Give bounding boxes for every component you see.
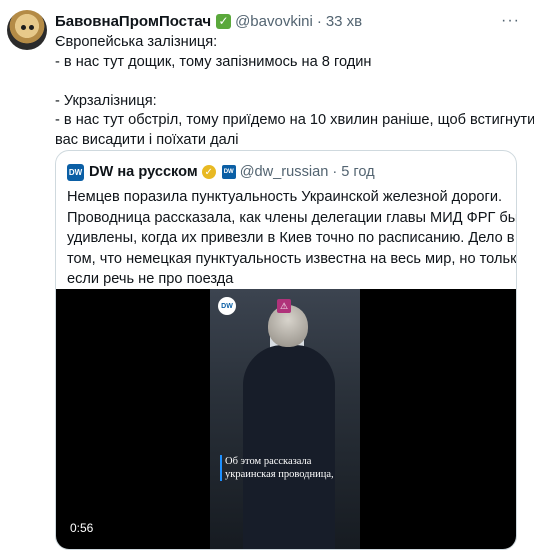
tweet-text-line: вас висадити і поїхати далі <box>55 131 239 148</box>
dw-logo: DW <box>218 297 236 315</box>
tweet-header: БавовнаПромПостач ✓ @bavovkini · 33 хв <box>55 11 362 31</box>
author-handle[interactable]: @bavovkini <box>235 13 313 30</box>
tweet-text-line: - в нас тут обстріл, тому приїдемо на 10… <box>55 112 534 128</box>
tweet-text-line: - в нас тут дощик, тому запізнимось на 8… <box>55 53 372 70</box>
video-caption: Об этом рассказала украинская проводница… <box>220 455 334 481</box>
quoted-tweet-time[interactable]: 5 год <box>341 164 374 180</box>
tweet-text: Європейська залізниця: - в нас тут дощик… <box>55 33 534 150</box>
warning-icon: ⚠ <box>277 299 291 313</box>
quoted-text-line: том, что немецкая пунктуальность известн… <box>67 250 517 267</box>
gold-verified-icon: ✓ <box>201 165 216 179</box>
quoted-tweet-text: Немцев поразила пунктуальность Украинско… <box>67 187 517 290</box>
video-player[interactable]: DW ⚠ Об этом рассказала украинская прово… <box>56 289 516 549</box>
tweet-text-line: - Укрзалізниця: <box>55 92 157 109</box>
quoted-text-line: если речь не про поезда <box>67 271 234 287</box>
separator-dot: · <box>316 12 322 30</box>
author-avatar[interactable] <box>7 10 47 50</box>
caption-line: украинская проводница, <box>225 469 334 480</box>
tweet-text-line: Європейська залізниця: <box>55 34 218 50</box>
quoted-text-line: Проводница рассказала, как члены делегац… <box>67 209 517 226</box>
quoted-tweet[interactable]: DW DW на русском ✓ DW @dw_russian · 5 го… <box>55 150 517 550</box>
quoted-text-line: удивлены, когда их привезли в Киев точно… <box>67 230 515 246</box>
quoted-author-handle[interactable]: @dw_russian <box>240 164 329 180</box>
quoted-tweet-header: DW DW на русском ✓ DW @dw_russian · 5 го… <box>67 163 375 181</box>
video-duration: 0:56 <box>70 521 94 535</box>
quoted-author-avatar[interactable]: DW <box>67 163 84 181</box>
more-options-icon[interactable]: ··· <box>501 12 520 30</box>
conductor-figure <box>243 345 335 549</box>
green-check-icon: ✓ <box>216 13 232 29</box>
affiliate-badge: DW <box>221 165 236 179</box>
author-name[interactable]: БавовнаПромПостач <box>55 13 211 30</box>
tweet[interactable]: БавовнаПромПостач ✓ @bavovkini · 33 хв ·… <box>0 0 534 555</box>
quoted-text-line: Немцев поразила пунктуальность Украинско… <box>67 189 503 205</box>
tweet-time[interactable]: 33 хв <box>326 13 362 30</box>
tweet-text-line <box>55 72 520 92</box>
separator-dot: · <box>332 164 338 180</box>
quoted-author-name[interactable]: DW на русском <box>89 164 198 180</box>
video-frame: DW ⚠ Об этом рассказала украинская прово… <box>210 289 360 549</box>
caption-line: Об этом рассказала <box>225 456 312 467</box>
